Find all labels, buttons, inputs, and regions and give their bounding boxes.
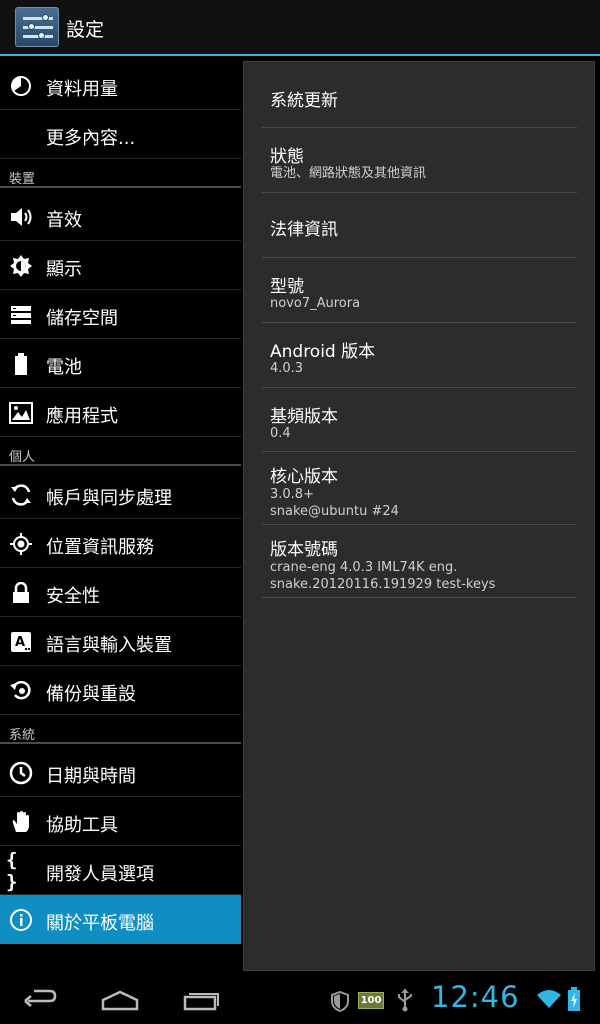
sidebar-item-label: 應用程式 <box>46 406 118 427</box>
settings-app-icon[interactable] <box>15 7 59 47</box>
android-version-value: 4.0.3 <box>270 361 304 376</box>
sidebar-item-security[interactable]: 安全性 <box>0 568 241 617</box>
build-number-value-2: snake.20120116.191929 test-keys <box>270 577 496 592</box>
status-clock: 12:46 <box>431 980 520 1014</box>
status-summary: 電池、網路狀態及其他資訊 <box>270 166 427 181</box>
wifi-icon <box>537 990 561 1008</box>
svg-text:A: A <box>15 635 25 650</box>
section-header-system: 系統 <box>0 722 241 744</box>
baseband-version-row: 基頻版本 0.4 <box>262 388 577 452</box>
model-value: novo7_Aurora <box>270 296 361 311</box>
recent-apps-icon[interactable] <box>182 984 220 1012</box>
sidebar-item-label: 協助工具 <box>46 815 118 836</box>
sidebar-item-language-input[interactable]: A 語言與輸入裝置 <box>0 617 241 666</box>
sidebar-item-about-tablet[interactable]: 關於平板電腦 <box>0 895 241 944</box>
sidebar-item-label: 資料用量 <box>46 79 118 100</box>
sidebar-item-label: 帳戶與同步處理 <box>46 488 172 509</box>
build-number-value-1: crane-eng 4.0.3 IML74K eng. <box>270 560 458 575</box>
sync-icon <box>9 483 33 507</box>
hand-icon <box>9 810 33 834</box>
sidebar-item-display[interactable]: 顯示 <box>0 241 241 290</box>
shield-icon <box>331 990 349 1012</box>
kernel-version-title: 核心版本 <box>270 467 338 487</box>
sidebar-item-data-usage[interactable]: 資料用量 <box>0 61 241 110</box>
sidebar-item-label: 更多內容... <box>46 128 136 149</box>
sidebar-item-label: 關於平板電腦 <box>46 913 154 934</box>
kernel-version-row: 核心版本 3.0.8+ snake@ubuntu #24 <box>262 452 577 525</box>
sidebar-item-more[interactable]: 更多內容... <box>0 110 241 159</box>
model-row: 型號 novo7_Aurora <box>262 258 577 323</box>
build-number-row[interactable]: 版本號碼 crane-eng 4.0.3 IML74K eng. snake.2… <box>262 525 577 598</box>
battery-level-badge: 100 <box>358 992 384 1009</box>
sidebar-item-label: 日期與時間 <box>46 766 136 787</box>
section-header-personal: 個人 <box>0 444 241 466</box>
about-tablet-panel: 系統更新 狀態 電池、網路狀態及其他資訊 法律資訊 型號 novo7_Auror… <box>243 61 595 971</box>
lock-icon <box>9 581 33 605</box>
speaker-icon <box>9 205 33 229</box>
battery-icon <box>9 352 33 376</box>
kernel-version-value-2: snake@ubuntu #24 <box>270 504 399 519</box>
sidebar-item-accessibility[interactable]: 協助工具 <box>0 797 241 846</box>
location-icon <box>9 532 33 556</box>
sidebar-item-sound[interactable]: 音效 <box>0 192 241 241</box>
baseband-version-value: 0.4 <box>270 426 291 441</box>
sidebar-item-date-time[interactable]: 日期與時間 <box>0 748 241 797</box>
sidebar-item-label: 顯示 <box>46 259 82 280</box>
system-bar: 100 12:46 <box>0 972 600 1024</box>
legal-info-row[interactable]: 法律資訊 <box>262 193 577 258</box>
usb-icon <box>398 989 412 1012</box>
legal-info-title: 法律資訊 <box>270 220 338 240</box>
sidebar-item-storage[interactable]: 儲存空間 <box>0 290 241 339</box>
apps-icon <box>9 401 33 425</box>
language-icon: A <box>9 630 33 654</box>
sidebar-item-label: 安全性 <box>46 586 100 607</box>
model-title: 型號 <box>270 277 304 297</box>
sidebar-item-backup-reset[interactable]: 備份與重設 <box>0 666 241 715</box>
pie-chart-icon <box>9 74 33 98</box>
home-icon[interactable] <box>100 984 140 1012</box>
sidebar-item-label: 備份與重設 <box>46 684 136 705</box>
sidebar-item-label: 音效 <box>46 210 82 231</box>
sidebar-item-label: 位置資訊服務 <box>46 537 154 558</box>
status-row[interactable]: 狀態 電池、網路狀態及其他資訊 <box>262 128 577 193</box>
braces-icon: { } <box>6 849 18 893</box>
sidebar-item-location[interactable]: 位置資訊服務 <box>0 519 241 568</box>
sidebar-item-accounts-sync[interactable]: 帳戶與同步處理 <box>0 470 241 519</box>
android-version-title: Android 版本 <box>270 342 376 362</box>
sidebar-item-label: 開發人員選項 <box>46 864 154 885</box>
brightness-icon <box>9 254 33 278</box>
sidebar-item-label: 儲存空間 <box>46 308 118 329</box>
sidebar-item-apps[interactable]: 應用程式 <box>0 388 241 437</box>
section-header-device: 裝置 <box>0 166 241 188</box>
android-version-row[interactable]: Android 版本 4.0.3 <box>262 323 577 388</box>
sidebar-item-label: 電池 <box>46 357 82 378</box>
sidebar-item-battery[interactable]: 電池 <box>0 339 241 388</box>
settings-sidebar: 資料用量 更多內容... 裝置 音效 顯示 儲存空間 電池 應用程式 個人 帳戶… <box>0 56 241 970</box>
page-title: 設定 <box>66 19 105 41</box>
clock-icon <box>9 761 33 785</box>
info-icon <box>9 908 33 932</box>
system-update-title: 系統更新 <box>270 91 338 111</box>
kernel-version-value-1: 3.0.8+ <box>270 487 314 502</box>
build-number-title: 版本號碼 <box>270 540 338 560</box>
action-bar: 設定 <box>0 0 600 56</box>
baseband-version-title: 基頻版本 <box>270 407 338 427</box>
sidebar-item-developer-options[interactable]: { } 開發人員選項 <box>0 846 241 895</box>
storage-icon <box>9 303 33 327</box>
sidebar-item-label: 語言與輸入裝置 <box>46 635 172 656</box>
backup-icon <box>9 679 33 703</box>
status-title: 狀態 <box>270 147 304 167</box>
back-icon[interactable] <box>22 984 58 1012</box>
system-update-row[interactable]: 系統更新 <box>262 62 577 128</box>
battery-charging-icon <box>568 987 580 1011</box>
